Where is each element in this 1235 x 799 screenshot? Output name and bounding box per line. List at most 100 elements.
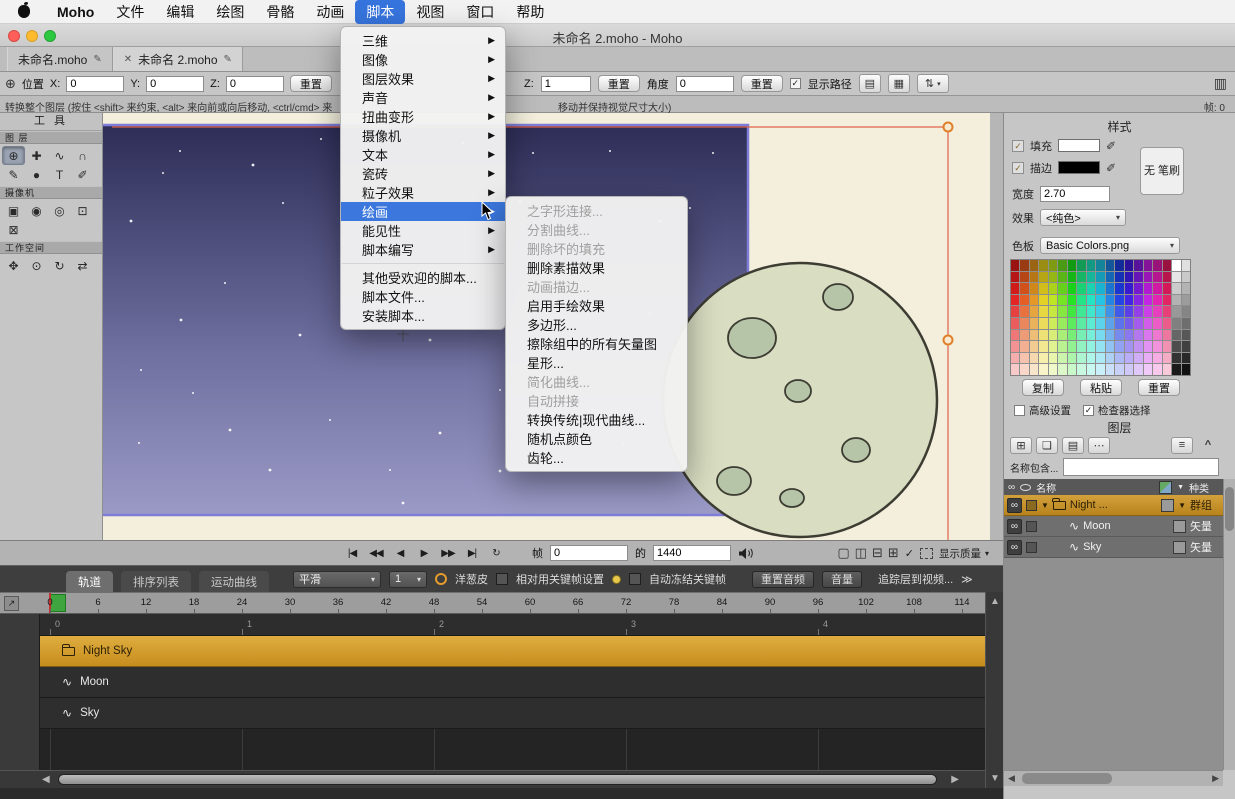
menubar-item-0[interactable]: Moho — [46, 2, 105, 22]
layer-search-input[interactable] — [1063, 458, 1219, 476]
palette-swatch[interactable] — [1106, 283, 1114, 294]
scroll-right-icon[interactable]: ▶ — [951, 774, 959, 785]
palette-swatch[interactable] — [1068, 272, 1076, 283]
palette-swatch[interactable] — [1172, 353, 1180, 364]
palette-swatch[interactable] — [1182, 306, 1190, 317]
palette-swatch[interactable] — [1087, 318, 1095, 329]
interpolation-count-dropdown[interactable]: 1▾ — [389, 571, 427, 588]
stroke-eyedropper-icon[interactable]: ✐ — [1106, 161, 1116, 175]
show-path-checkbox[interactable]: ✓ — [790, 78, 801, 89]
palette-swatch[interactable] — [1172, 318, 1180, 329]
palette-swatch[interactable] — [1125, 341, 1133, 352]
palette-swatch[interactable] — [1058, 353, 1066, 364]
palette-swatch[interactable] — [1096, 260, 1104, 271]
palette-swatch[interactable] — [1087, 341, 1095, 352]
palette-swatch[interactable] — [1058, 341, 1066, 352]
palette-swatch[interactable] — [1058, 272, 1066, 283]
palette-swatch[interactable] — [1049, 330, 1057, 341]
palette-swatch[interactable] — [1077, 306, 1085, 317]
palette-swatch[interactable] — [1058, 318, 1066, 329]
palette-swatch[interactable] — [1030, 330, 1038, 341]
pan-workspace-tool-icon[interactable]: ✥ — [2, 256, 25, 275]
view-split-vertical-button[interactable]: ◫ — [855, 545, 867, 561]
palette-swatch[interactable] — [1182, 260, 1190, 271]
palette-swatch[interactable] — [1011, 295, 1019, 306]
timeline-track-sky[interactable]: ∿Sky — [40, 698, 985, 729]
palette-swatch[interactable] — [1096, 318, 1104, 329]
palette-swatch[interactable] — [1106, 306, 1114, 317]
palette-swatch[interactable] — [1115, 295, 1123, 306]
next-keyframe-button[interactable]: ▶| — [462, 544, 482, 562]
palette-swatch[interactable] — [1077, 330, 1085, 341]
scrollbar-thumb[interactable] — [1225, 487, 1234, 531]
palette-swatch[interactable] — [1049, 260, 1057, 271]
palette-swatch[interactable] — [1049, 283, 1057, 294]
palette-swatch[interactable] — [1039, 295, 1047, 306]
palette-swatch[interactable] — [1115, 283, 1123, 294]
palette-swatch[interactable] — [1115, 272, 1123, 283]
inspector-select-checkbox[interactable]: ✓ — [1083, 405, 1094, 416]
palette-swatch[interactable] — [1096, 272, 1104, 283]
freehand-tool-icon[interactable]: ✎ — [2, 165, 25, 184]
palette-swatch[interactable] — [1172, 272, 1180, 283]
no-brush-button[interactable]: 无 笔刷 — [1140, 147, 1184, 195]
palette-swatch[interactable] — [1049, 295, 1057, 306]
palette-swatch[interactable] — [1049, 341, 1057, 352]
menubar-item-9[interactable]: 帮助 — [505, 0, 555, 24]
draw-submenu-item-3[interactable]: 删除素描效果 — [506, 258, 687, 277]
palette-swatch[interactable] — [1182, 341, 1190, 352]
layers-horizontal-scrollbar[interactable]: ◀ ▶ — [1004, 770, 1223, 786]
scroll-up-icon[interactable]: ▲ — [990, 596, 1000, 607]
palette-swatch[interactable] — [1068, 341, 1076, 352]
play-button[interactable]: ▶ — [414, 544, 434, 562]
palette-swatch[interactable] — [1144, 341, 1152, 352]
draw-submenu-item-5[interactable]: 启用手绘效果 — [506, 296, 687, 315]
script-menu-item-1[interactable]: 图像▶ — [341, 50, 505, 69]
timeline-frame-ruler[interactable]: ↗ 06121824303642485460667278849096102108… — [0, 592, 985, 614]
timeline-tab-2[interactable]: 运动曲线 — [199, 571, 269, 592]
palette-swatch[interactable] — [1030, 353, 1038, 364]
magnet-tool-icon[interactable]: ∩ — [71, 146, 94, 165]
palette-swatch[interactable] — [1020, 364, 1028, 375]
palette-swatch[interactable] — [1039, 283, 1047, 294]
palette-swatch[interactable] — [1125, 283, 1133, 294]
relative-keyframes-checkbox[interactable] — [496, 573, 508, 585]
palette-swatch[interactable] — [1049, 353, 1057, 364]
palette-swatch[interactable] — [1011, 306, 1019, 317]
timeline-horizontal-scrollbar[interactable]: ◀ ▶ — [0, 770, 985, 788]
palette-swatch[interactable] — [1011, 272, 1019, 283]
view-quad-button[interactable]: ⊞ — [888, 545, 899, 561]
palette-swatch[interactable] — [1163, 283, 1171, 294]
palette-swatch[interactable] — [1011, 283, 1019, 294]
draw-submenu-item-8[interactable]: 星形... — [506, 353, 687, 372]
palette-swatch[interactable] — [1049, 306, 1057, 317]
palette-swatch[interactable] — [1144, 353, 1152, 364]
palette-swatch[interactable] — [1068, 295, 1076, 306]
position-x-input[interactable] — [66, 76, 124, 92]
layer-menu-button[interactable]: ⋯ — [1088, 437, 1110, 454]
palette-swatch[interactable] — [1172, 341, 1180, 352]
palette-swatch[interactable] — [1144, 364, 1152, 375]
expand-triangle-icon[interactable]: ▼ — [1041, 501, 1049, 510]
palette-swatch[interactable] — [1096, 306, 1104, 317]
palette-swatch[interactable] — [1058, 306, 1066, 317]
palette-swatch[interactable] — [1182, 272, 1190, 283]
palette-swatch[interactable] — [1039, 306, 1047, 317]
palette-swatch[interactable] — [1096, 283, 1104, 294]
eyedropper-tool-icon[interactable]: ✐ — [71, 165, 94, 184]
palette-swatch[interactable] — [1011, 318, 1019, 329]
script-menu-item-15[interactable]: 安装脚本... — [341, 306, 505, 325]
script-menu-item-5[interactable]: 摄像机▶ — [341, 126, 505, 145]
swatch-file-dropdown[interactable]: Basic Colors.png ▾ — [1040, 237, 1180, 254]
palette-swatch[interactable] — [1087, 295, 1095, 306]
palette-swatch[interactable] — [1163, 353, 1171, 364]
draw-submenu-item-6[interactable]: 多边形... — [506, 315, 687, 334]
palette-swatch[interactable] — [1172, 364, 1180, 375]
first-frame-button[interactable]: |◀ — [342, 544, 362, 562]
palette-swatch[interactable] — [1153, 330, 1161, 341]
palette-swatch[interactable] — [1087, 364, 1095, 375]
reset-workspace-tool-icon[interactable]: ⇄ — [71, 256, 94, 275]
palette-swatch[interactable] — [1125, 364, 1133, 375]
scale-z-input[interactable] — [541, 76, 591, 92]
palette-swatch[interactable] — [1077, 364, 1085, 375]
